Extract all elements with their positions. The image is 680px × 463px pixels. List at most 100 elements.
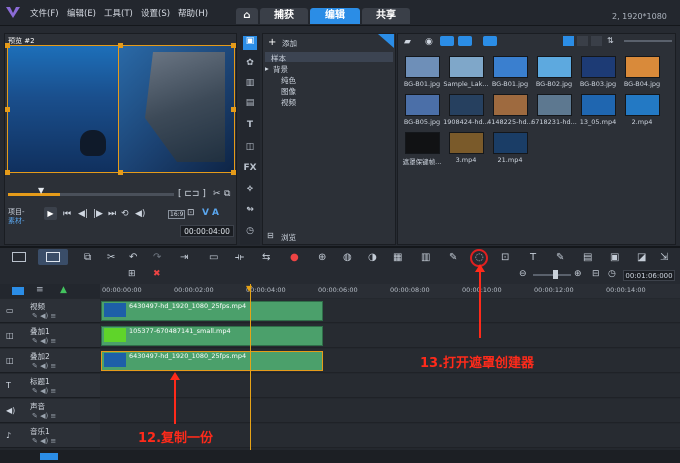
tree-item-samples[interactable]: 样本 bbox=[271, 53, 286, 64]
grid-edit-icon[interactable]: ▤ bbox=[583, 252, 592, 263]
resize-handle[interactable] bbox=[5, 107, 10, 112]
track-lane[interactable] bbox=[100, 374, 680, 398]
mark-in-out-icon[interactable]: [ ⊏⊐ ] bbox=[178, 189, 206, 199]
next-frame-icon[interactable]: |▶ bbox=[93, 209, 103, 219]
ripple-icon[interactable]: ⇥ bbox=[180, 252, 188, 263]
record-icon[interactable]: ◉ bbox=[425, 37, 433, 47]
preview-timecode[interactable]: 00:00:04:00 bbox=[180, 225, 234, 237]
folder-icon[interactable]: ▰ bbox=[404, 37, 411, 47]
zoom-out-icon[interactable]: ⊖ bbox=[519, 269, 527, 279]
instant-project-icon[interactable]: ✿ bbox=[243, 58, 257, 72]
redo-icon[interactable]: ↷ bbox=[153, 252, 161, 263]
repeat-icon[interactable]: ⟲ bbox=[121, 209, 129, 219]
library-thumbnail[interactable] bbox=[581, 56, 616, 78]
library-thumbnail[interactable] bbox=[581, 94, 616, 116]
menu-edit[interactable]: 编辑(E) bbox=[67, 7, 96, 19]
edit-icon[interactable]: ✎ bbox=[556, 252, 564, 263]
resize-handle[interactable] bbox=[118, 170, 123, 175]
motion-track-icon[interactable]: ⊕ bbox=[318, 252, 326, 263]
copy-icon[interactable]: ⧉ bbox=[224, 189, 230, 199]
browse-button[interactable]: 浏览 bbox=[281, 232, 296, 243]
library-thumbnail[interactable] bbox=[537, 94, 572, 116]
volume-icon[interactable]: ◀) bbox=[135, 209, 145, 219]
library-thumbnail[interactable] bbox=[405, 132, 440, 154]
go-end-icon[interactable]: ⏭ bbox=[108, 209, 116, 219]
scrub-thumb-icon[interactable]: ▼ bbox=[38, 186, 44, 195]
mask-creator-icon[interactable]: ◌ bbox=[475, 252, 484, 263]
fx-icon[interactable]: FX bbox=[243, 163, 257, 177]
scroll-thumb[interactable] bbox=[40, 453, 58, 460]
home-tab[interactable]: ⌂ bbox=[236, 8, 258, 24]
audio-mixer-icon[interactable]: ◍ bbox=[343, 252, 352, 263]
snap-icon[interactable]: ⟛ bbox=[235, 252, 244, 263]
library-thumbnail[interactable] bbox=[405, 94, 440, 116]
play-button[interactable]: ▶ bbox=[44, 207, 57, 220]
split-icon[interactable]: ✂ bbox=[107, 252, 115, 263]
track-controls-icon[interactable]: ✎ ◀) ≡ bbox=[32, 312, 56, 320]
track-controls-icon[interactable]: ✎ ◀) ≡ bbox=[32, 337, 56, 345]
clock-icon[interactable]: ◷ bbox=[608, 269, 616, 279]
subtitle-icon[interactable]: ▭ bbox=[209, 252, 218, 263]
add-track-icon[interactable]: ⊞ bbox=[128, 269, 136, 279]
crop-icon[interactable]: ⊡ bbox=[501, 252, 509, 263]
multi-cam-icon[interactable]: ◑ bbox=[368, 252, 377, 263]
library-thumbnail[interactable] bbox=[449, 132, 484, 154]
fit-icon[interactable]: ⊡ bbox=[187, 208, 195, 218]
tree-item-solid-color[interactable]: 纯色 bbox=[281, 75, 296, 86]
prev-frame-icon[interactable]: ◀| bbox=[78, 209, 88, 219]
resize-handle[interactable] bbox=[118, 43, 123, 48]
track-controls-icon[interactable]: ✎ ◀) ≡ bbox=[32, 437, 56, 445]
tab-capture[interactable]: 捕获 bbox=[260, 8, 308, 24]
multi-view-icon[interactable]: ▦ bbox=[393, 252, 402, 263]
view-detail-icon[interactable] bbox=[591, 36, 602, 46]
filter-image-icon[interactable] bbox=[458, 36, 472, 46]
track-toggle-icon[interactable] bbox=[12, 287, 24, 295]
timeline-scrollbar[interactable] bbox=[0, 450, 680, 463]
menu-tools[interactable]: 工具(T) bbox=[104, 7, 133, 19]
track-controls-icon[interactable]: ✎ ◀) ≡ bbox=[32, 362, 56, 370]
undo-icon[interactable]: ↶ bbox=[129, 252, 137, 263]
paint-icon[interactable]: ✎ bbox=[449, 252, 457, 263]
add-button[interactable]: 添加 bbox=[282, 38, 297, 49]
export-icon[interactable]: ⇲ bbox=[660, 252, 668, 263]
motion-icon[interactable]: ↬ bbox=[243, 205, 257, 219]
delete-icon[interactable]: ✖ bbox=[153, 269, 161, 279]
add-icon[interactable]: + bbox=[268, 37, 276, 48]
resize-handle[interactable] bbox=[5, 43, 10, 48]
tree-expand-icon[interactable]: ▸ bbox=[265, 64, 269, 73]
thumb-size-slider[interactable] bbox=[624, 40, 672, 42]
tab-share[interactable]: 共享 bbox=[362, 8, 410, 24]
tree-item-images[interactable]: 图像 bbox=[281, 86, 296, 97]
aspect-badge[interactable]: 16:9 bbox=[168, 210, 186, 219]
menu-settings[interactable]: 设置(S) bbox=[141, 7, 170, 19]
library-thumbnail[interactable] bbox=[493, 94, 528, 116]
playhead[interactable] bbox=[250, 284, 251, 454]
library-thumbnail[interactable] bbox=[625, 94, 660, 116]
color-icon[interactable]: ◪ bbox=[637, 252, 646, 263]
title-icon[interactable]: T bbox=[243, 120, 257, 134]
record-capture-icon[interactable]: ● bbox=[290, 252, 299, 263]
project-duration[interactable]: 00:01:06:000 bbox=[623, 270, 675, 281]
path-icon[interactable]: ⟡ bbox=[243, 184, 257, 198]
zoom-in-icon[interactable]: ⊕ bbox=[574, 269, 582, 279]
library-thumbnail[interactable] bbox=[537, 56, 572, 78]
speed-icon[interactable]: ⇆ bbox=[262, 252, 270, 263]
all-tracks-icon[interactable]: ≡ bbox=[36, 285, 44, 295]
tree-item-videos[interactable]: 视频 bbox=[281, 97, 296, 108]
text-effect-icon[interactable]: T bbox=[530, 252, 536, 263]
menu-file[interactable]: 文件(F) bbox=[30, 7, 59, 19]
fit-timeline-icon[interactable]: ⊟ bbox=[592, 269, 600, 279]
tab-edit[interactable]: 编辑 bbox=[310, 8, 360, 24]
view-grid-icon[interactable] bbox=[577, 36, 588, 46]
library-thumbnail[interactable] bbox=[625, 56, 660, 78]
playhead-marker-icon[interactable]: ▼ bbox=[246, 284, 252, 293]
track-lane[interactable] bbox=[100, 399, 680, 423]
storyboard-view-icon[interactable] bbox=[12, 252, 26, 262]
media-library-icon[interactable]: ▣ bbox=[243, 36, 257, 50]
zoom-slider[interactable] bbox=[533, 274, 571, 276]
zoom-slider-thumb[interactable] bbox=[553, 270, 558, 279]
overlay-icon[interactable]: ◫ bbox=[243, 142, 257, 156]
menu-help[interactable]: 帮助(H) bbox=[178, 7, 208, 19]
library-thumbnail[interactable] bbox=[449, 56, 484, 78]
go-start-icon[interactable]: ⏮ bbox=[63, 209, 71, 219]
